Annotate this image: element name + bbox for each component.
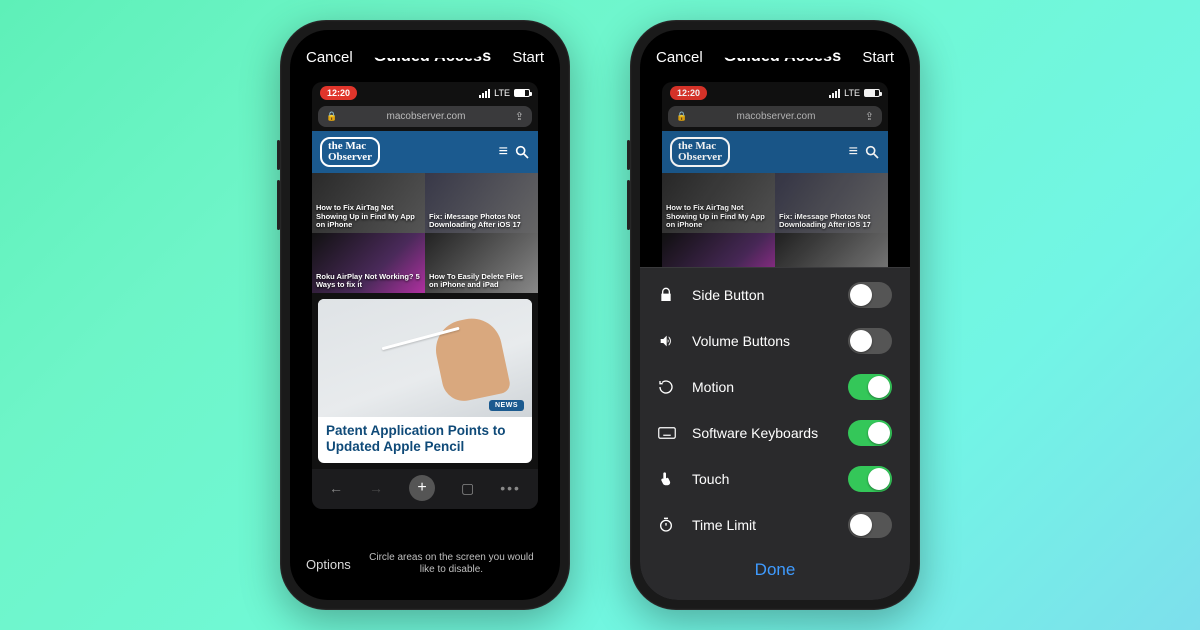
options-button[interactable]: Options [306,557,351,572]
article-tile[interactable]: How to Fix AirTag Not Showing Up in Find… [662,173,775,233]
toggle-lock[interactable] [848,282,892,308]
option-label: Volume Buttons [692,333,834,349]
recording-time-badge: 12:20 [320,86,357,100]
recording-time-badge: 12:20 [670,86,707,100]
back-icon[interactable]: ← [329,480,343,496]
article-caption: How to Fix AirTag Not Showing Up in Find… [316,204,421,230]
battery-icon [864,89,880,97]
screen-left: Cancel Guided Access Start 12:20 LTE 🔒 m… [290,30,560,600]
notch [710,30,840,58]
address-bar[interactable]: 🔒 macobserver.com ⇪ [318,106,532,127]
lock-icon: 🔒 [326,111,337,122]
option-label: Side Button [692,287,834,303]
toggle-timer[interactable] [848,512,892,538]
article-tile[interactable]: How To Easily Delete Files on iPhone and… [425,233,538,293]
share-icon[interactable]: ⇪ [865,110,874,123]
start-button[interactable]: Start [512,49,544,66]
article-tile[interactable]: Fix: iMessage Photos Not Downloading Aft… [775,173,888,233]
article-caption: Fix: iMessage Photos Not Downloading Aft… [779,213,884,230]
notch [360,30,490,58]
phone-left: Cancel Guided Access Start 12:20 LTE 🔒 m… [280,20,570,610]
lock-icon: 🔒 [676,111,687,122]
new-tab-button[interactable]: + [409,475,435,501]
done-button[interactable]: Done [755,560,796,579]
option-row-motion: Motion [640,364,910,410]
option-label: Time Limit [692,517,834,533]
toggle-keyboard[interactable] [848,420,892,446]
timer-icon [658,517,678,533]
status-bar: 12:20 LTE [312,82,538,102]
status-bar: 12:20 LTE [662,82,888,102]
signal-icon [479,89,490,98]
option-label: Touch [692,471,834,487]
phone-right: Cancel Guided Access Start 12:20 LTE 🔒 m… [630,20,920,610]
toggle-touch[interactable] [848,466,892,492]
tabs-icon[interactable]: ▢ [461,480,474,497]
toggle-volume[interactable] [848,328,892,354]
site-header: the Mac Observer ≡ [662,131,888,173]
status-icons: LTE [829,88,880,98]
article-caption: Fix: iMessage Photos Not Downloading Aft… [429,213,534,230]
keyboard-icon [658,426,678,440]
news-badge: NEWS [489,400,524,411]
cancel-button[interactable]: Cancel [306,49,353,66]
search-icon[interactable] [514,144,530,160]
article-grid: How to Fix AirTag Not Showing Up in Find… [312,173,538,293]
option-label: Motion [692,379,834,395]
option-label: Software Keyboards [692,425,834,441]
motion-icon [658,379,678,395]
lock-icon [658,287,678,303]
more-icon[interactable]: ••• [500,480,521,496]
screen-right: Cancel Guided Access Start 12:20 LTE 🔒 m… [640,30,910,600]
forward-icon[interactable]: → [369,480,383,496]
cancel-button[interactable]: Cancel [656,49,703,66]
search-icon[interactable] [864,144,880,160]
featured-article[interactable]: NEWS Patent Application Points to Update… [318,299,532,463]
signal-icon [829,89,840,98]
volume-icon [658,333,678,349]
touch-icon [658,470,678,488]
article-tile[interactable]: How to Fix AirTag Not Showing Up in Find… [312,173,425,233]
status-icons: LTE [479,88,530,98]
article-tile[interactable]: Roku AirPlay Not Working? 5 Ways to fix … [312,233,425,293]
option-row-lock: Side Button [640,272,910,318]
done-row: Done [640,548,910,600]
start-button[interactable]: Start [862,49,894,66]
article-caption: How To Easily Delete Files on iPhone and… [429,273,534,290]
featured-image: NEWS [318,299,532,417]
url-text: macobserver.com [693,111,859,122]
logo-bottom: Observer [678,152,722,163]
url-text: macobserver.com [343,111,509,122]
address-bar[interactable]: 🔒 macobserver.com ⇪ [668,106,882,127]
featured-headline: Patent Application Points to Updated App… [318,417,532,463]
carrier-label: LTE [844,88,860,98]
site-logo[interactable]: the Mac Observer [670,137,730,167]
share-icon[interactable]: ⇪ [515,110,524,123]
battery-icon [514,89,530,97]
site-logo[interactable]: the Mac Observer [320,137,380,167]
menu-icon[interactable]: ≡ [499,143,508,161]
option-row-keyboard: Software Keyboards [640,410,910,456]
safari-toolbar: ← → + ▢ ••• [312,469,538,509]
option-row-volume: Volume Buttons [640,318,910,364]
article-tile[interactable]: Fix: iMessage Photos Not Downloading Aft… [425,173,538,233]
menu-icon[interactable]: ≡ [849,143,858,161]
site-header: the Mac Observer ≡ [312,131,538,173]
article-caption: How to Fix AirTag Not Showing Up in Find… [666,204,771,230]
logo-bottom: Observer [328,152,372,163]
guided-access-footer: Options Circle areas on the screen you w… [290,544,560,592]
footer-hint: Circle areas on the screen you would lik… [359,552,544,576]
app-preview: 12:20 LTE 🔒 macobserver.com ⇪ the Mac Ob… [662,82,888,293]
app-preview: 12:20 LTE 🔒 macobserver.com ⇪ the Mac Ob… [312,82,538,509]
toggle-motion[interactable] [848,374,892,400]
carrier-label: LTE [494,88,510,98]
option-row-touch: Touch [640,456,910,502]
article-caption: Roku AirPlay Not Working? 5 Ways to fix … [316,273,421,290]
option-row-timer: Time Limit [640,502,910,548]
options-sheet: Side Button Volume Buttons Motion Software … [640,267,910,600]
